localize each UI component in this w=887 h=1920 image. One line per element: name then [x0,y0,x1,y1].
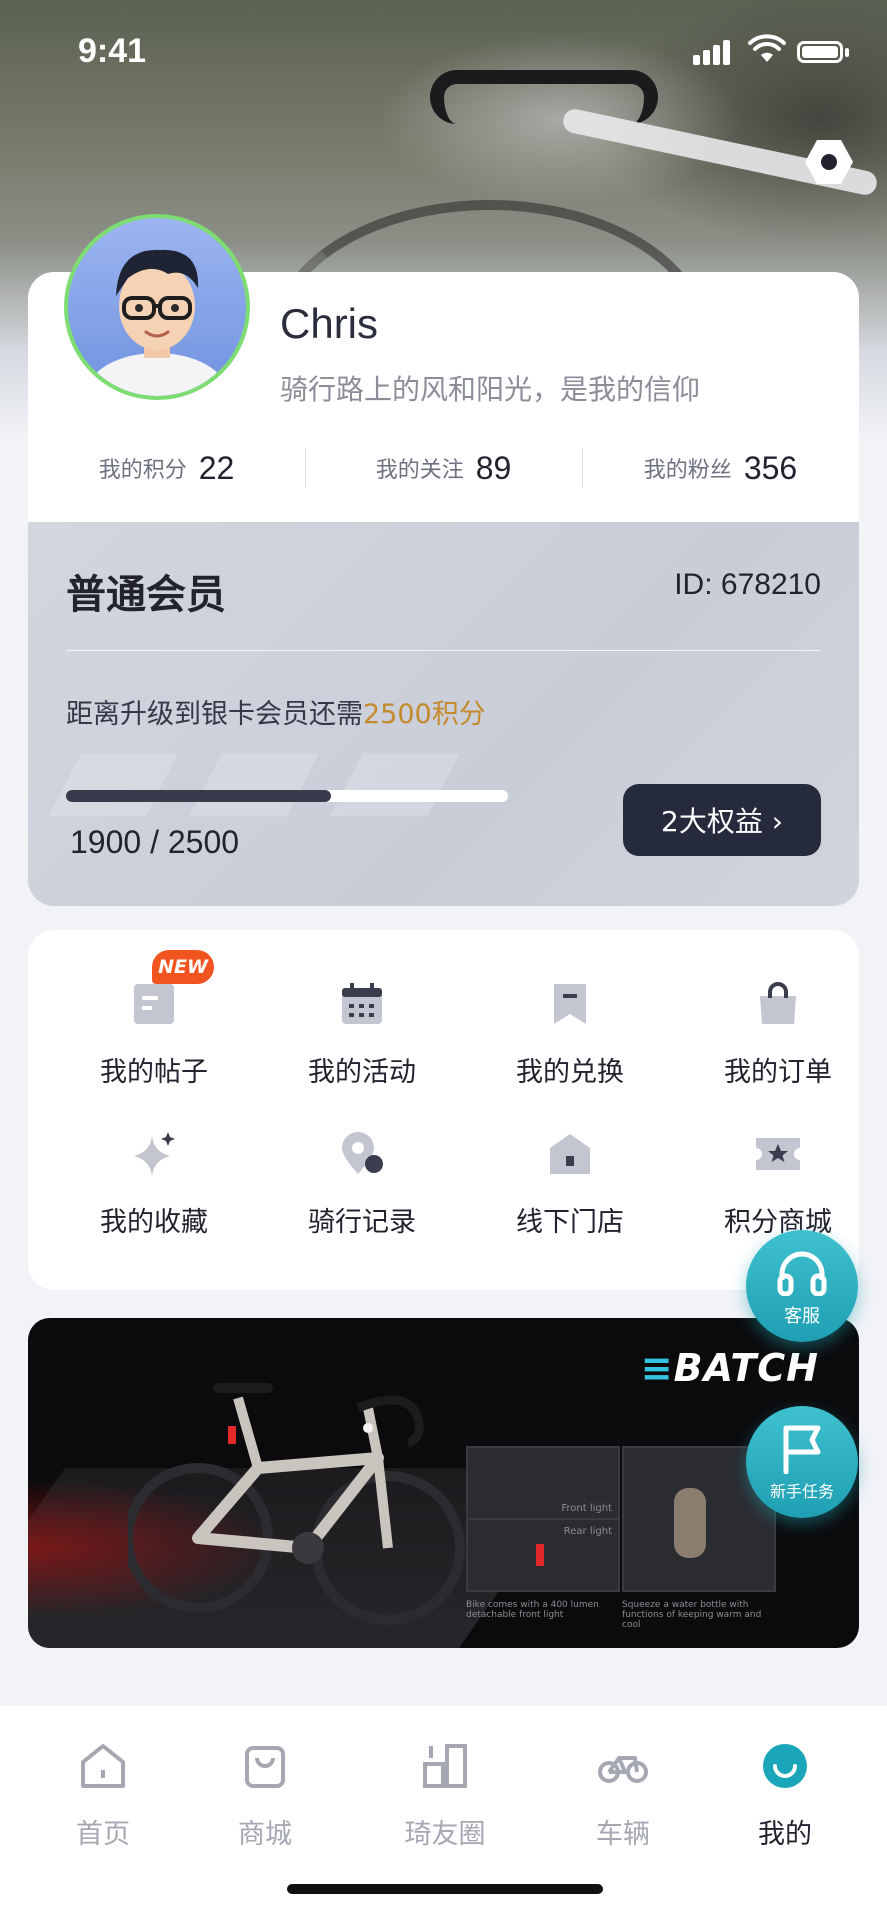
cellular-signal-icon [693,40,733,65]
points-progress-bar [66,790,508,802]
home-icon [81,1744,125,1788]
front-light-panel: Front light [466,1446,620,1520]
stat-value: 89 [475,449,512,486]
profile-icon [763,1744,807,1788]
shortcut-label: 我的订单 [724,1057,832,1088]
tab-label: 首页 [76,1819,130,1850]
community-icon [423,1744,467,1788]
location-pin-icon [342,1132,383,1174]
profile-stats: 我的积分 22 我的关注 89 我的粉丝 356 [28,438,859,498]
stat-following[interactable]: 我的关注 89 [305,438,582,498]
home-indicator [287,1884,603,1894]
promo-banner[interactable]: ≡BATCH Front light Rear light Bike comes… [28,1318,859,1648]
divider [66,650,821,651]
shortcut-label: 我的兑换 [516,1057,624,1088]
tab-vehicles[interactable]: 车辆 [548,1738,698,1851]
bottle-shape [674,1488,706,1558]
profile-motto: 骑行路上的风和阳光，是我的信仰 [280,373,701,406]
stat-points[interactable]: 我的积分 22 [28,438,305,498]
shortcut-label: 我的活动 [308,1057,416,1088]
customer-service-button[interactable]: 客服 [746,1230,858,1342]
rear-light-panel: Rear light [466,1518,620,1592]
tab-profile[interactable]: 我的 [710,1738,860,1851]
flag-icon [783,1425,821,1474]
shortcut-label: 积分商城 [724,1207,832,1238]
newbie-tasks-label: 新手任务 [769,1482,834,1501]
bike-icon [598,1756,648,1783]
customer-service-label: 客服 [784,1306,820,1327]
newbie-tasks-button[interactable]: 新手任务 [746,1406,858,1518]
stat-label: 我的关注 [375,458,464,483]
wifi-icon [748,34,786,62]
rear-light-shape [536,1544,544,1566]
tab-community[interactable]: 琦友圈 [370,1738,520,1851]
points-progress-fill [66,790,332,802]
stat-label: 我的粉丝 [643,458,732,483]
banner-logo-text: BATCH [673,1346,819,1390]
calendar-icon [342,983,382,1024]
stat-value: 356 [743,449,798,486]
tab-label: 琦友圈 [404,1819,486,1850]
tab-shop[interactable]: 商城 [190,1738,340,1851]
avatar-illustration [87,249,227,396]
ticket-star-icon [756,1138,800,1170]
stat-followers[interactable]: 我的粉丝 356 [582,438,859,498]
batch-logo: ≡BATCH [640,1346,819,1390]
shortcut-grid: 我的帖子 我的活动 我的兑换 我的订单 我的收藏 骑行记录 线下门店 积分商城 [28,930,859,1290]
shortcut-label: 骑行记录 [308,1207,416,1238]
banner-caption: Squeeze a water bottle with functions of… [622,1600,762,1630]
member-id: ID: 678210 [674,568,821,601]
road-bike-image [128,1383,465,1625]
settings-hex-icon[interactable] [804,138,854,186]
membership-level: 普通会员 [66,572,226,618]
upgrade-hint-text: 距离升级到银卡会员还需 [66,699,363,730]
stat-value: 22 [198,449,235,486]
shortcut-ride-records[interactable]: 骑行记录 [258,1130,466,1260]
panel-caption: Rear light [563,1526,612,1537]
store-icon [550,1134,590,1174]
sparkle-icon [134,1132,175,1176]
tab-label: 车辆 [596,1819,650,1850]
status-time: 9:41 [78,32,147,70]
shortcut-my-posts[interactable]: 我的帖子 [50,980,258,1110]
upgrade-points-required: 2500积分 [363,699,486,730]
shortcut-my-events[interactable]: 我的活动 [258,980,466,1110]
headset-icon [777,1251,827,1296]
benefits-button[interactable]: 2大权益 › [623,784,821,856]
username: Chris [280,300,379,347]
shortcut-label: 我的帖子 [100,1057,208,1088]
tab-label: 我的 [758,1819,812,1850]
battery-icon [797,41,843,63]
banner-caption: Bike comes with a 400 lumen detachable f… [466,1600,599,1620]
shop-icon [245,1746,285,1788]
shortcut-my-exchange[interactable]: 我的兑换 [466,980,674,1110]
shortcut-my-favorites[interactable]: 我的收藏 [50,1130,258,1260]
panel-caption: Front light [561,1503,612,1514]
shortcut-my-orders[interactable]: 我的订单 [674,980,882,1110]
stat-label: 我的积分 [98,458,187,483]
upgrade-hint: 距离升级到银卡会员还需2500积分 [66,692,486,731]
shortcut-label: 线下门店 [516,1207,624,1238]
membership-card[interactable]: ▰▰▰ 普通会员 ID: 678210 距离升级到银卡会员还需2500积分 19… [28,522,859,906]
new-badge: NEW [152,950,214,984]
shopping-bag-icon [760,982,796,1024]
tab-label: 商城 [238,1819,292,1850]
avatar[interactable] [64,214,250,400]
post-icon [134,984,174,1024]
status-bar: 9:41 [0,0,887,108]
points-progress-text: 1900 / 2500 [70,824,240,860]
battery-tip [845,48,849,57]
shortcut-offline-stores[interactable]: 线下门店 [466,1130,674,1260]
bookmark-icon [554,984,586,1024]
tab-home[interactable]: 首页 [28,1738,178,1851]
shortcut-label: 我的收藏 [100,1207,208,1238]
